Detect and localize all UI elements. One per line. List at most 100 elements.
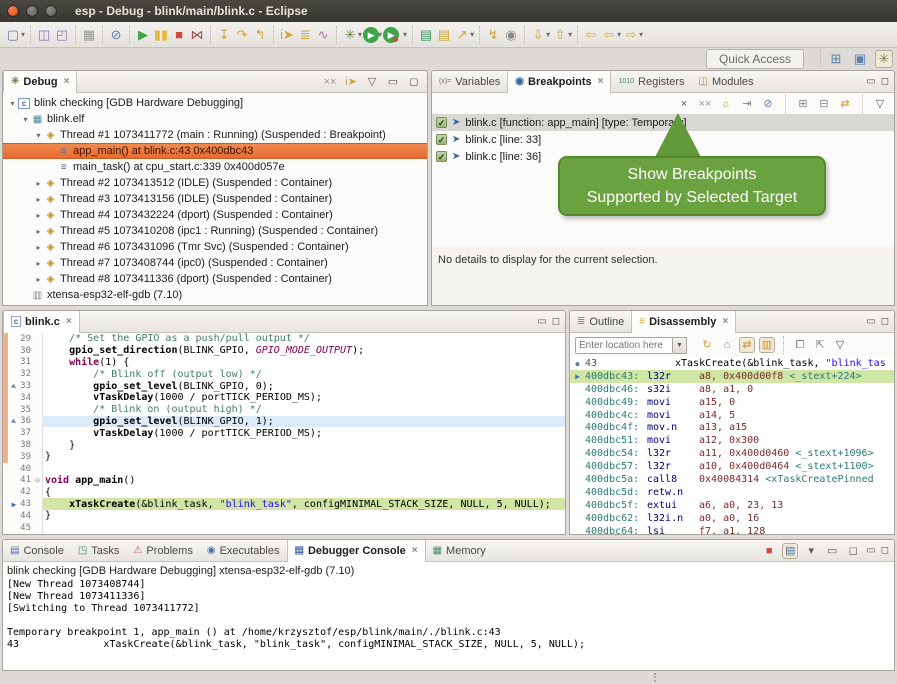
step-return-icon[interactable]: ↰	[251, 26, 269, 44]
editor-gutter[interactable]: 45	[3, 522, 43, 534]
resume-icon[interactable]: ▶	[134, 26, 152, 44]
last-edit-icon[interactable]: ⇦	[582, 26, 600, 44]
pin-up-icon-dropdown[interactable]: ▾	[568, 30, 572, 39]
console-output[interactable]: [New Thread 1073408744] [New Thread 1073…	[3, 579, 894, 651]
debug-tree-item[interactable]: ▸◈Thread #3 1073413156 (IDLE) (Suspended…	[3, 191, 427, 207]
disassembly-row[interactable]: 400dbc62:l32i.na0, a0, 16	[570, 512, 894, 525]
save-all-icon[interactable]: ◰	[53, 26, 71, 44]
maximize-icon[interactable]: ◻	[406, 74, 422, 90]
editor-gutter[interactable]: 39	[3, 451, 43, 463]
maximize-icon[interactable]: ◻	[881, 545, 889, 556]
build-icon[interactable]: ▦	[80, 26, 98, 44]
step-into-icon[interactable]: ↧	[215, 26, 233, 44]
forward-icon[interactable]: ⇨	[622, 26, 640, 44]
minimize-icon[interactable]: ▭	[866, 316, 875, 327]
code-editor[interactable]: 29 /* Set the GPIO as a push/pull output…	[3, 333, 565, 534]
tab-variables[interactable]: (x)=Variables	[432, 71, 507, 93]
resize-grip[interactable]	[654, 673, 657, 682]
location-input[interactable]	[575, 337, 673, 354]
minimize-icon[interactable]: ▭	[537, 316, 546, 327]
code-line[interactable]: 32 /* Blink off (output low) */	[3, 368, 565, 380]
breakpoint-checkbox[interactable]: ✓	[436, 117, 447, 128]
tree-expander-icon[interactable]: ▸	[33, 211, 44, 220]
run-icon-dropdown[interactable]: ▾	[378, 30, 382, 39]
tab-debugger-console[interactable]: ▤Debugger Console×	[287, 540, 426, 562]
instruction-stepping-icon[interactable]: i➤	[278, 26, 296, 44]
disassembly-row[interactable]: 400dbc49:movia15, 0	[570, 396, 894, 409]
code-line[interactable]: ▶43 xTaskCreate(&blink_task, "blink_task…	[3, 498, 565, 510]
breakpoint-checkbox[interactable]: ✓	[436, 134, 447, 145]
goto-file-icon[interactable]: ⇥	[739, 96, 755, 112]
maximize-icon[interactable]: ◻	[845, 543, 861, 559]
debug-tree-item[interactable]: ▸◈Thread #7 1073408744 (ipc0) (Suspended…	[3, 255, 427, 271]
code-line[interactable]: 29 /* Set the GPIO as a push/pull output…	[3, 333, 565, 345]
debug-tree-item[interactable]: ▸◈Thread #4 1073432224 (dport) (Suspende…	[3, 207, 427, 223]
disassembly-row[interactable]: 400dbc51:movia12, 0x300	[570, 434, 894, 447]
editor-gutter[interactable]: 44	[3, 510, 43, 522]
launch-config-icon-dropdown[interactable]: ▾	[470, 30, 474, 39]
link-context-icon[interactable]: ⇄	[739, 337, 755, 353]
editor-gutter[interactable]: 35	[3, 404, 43, 416]
code-line[interactable]: 34 vTaskDelay(1000 / portTICK_PERIOD_MS)…	[3, 392, 565, 404]
copy-icon[interactable]: ⧠	[792, 337, 808, 353]
disassembly-row[interactable]: 400dbc4f:mov.na13, a15	[570, 421, 894, 434]
refresh-icon[interactable]: ↻	[699, 337, 715, 353]
pin-up-icon[interactable]: ⇧	[551, 26, 569, 44]
debug-icon[interactable]: ✳	[341, 26, 359, 44]
disassembly-row[interactable]: 400dbc64:lsif7, a1, 128	[570, 525, 894, 534]
code-line[interactable]: 45	[3, 522, 565, 534]
close-tab-icon[interactable]: ×	[66, 316, 72, 327]
editor-gutter[interactable]: 38	[3, 439, 43, 451]
close-window-icon[interactable]	[7, 5, 19, 17]
disconnect-icon[interactable]: ⋈	[188, 26, 206, 44]
fold-marker-icon[interactable]: ⊖	[33, 476, 42, 485]
trace-lines-icon[interactable]: ≣	[296, 26, 314, 44]
maximize-window-icon[interactable]	[45, 5, 57, 17]
new-wizard-icon[interactable]: ▢	[4, 26, 22, 44]
debug-tree-item[interactable]: ▸◈Thread #8 1073411336 (dport) (Suspende…	[3, 271, 427, 287]
show-supported-breakpoints-icon[interactable]: ☼	[718, 96, 734, 112]
suspend-icon[interactable]: ▮▮	[152, 26, 170, 44]
open-perspective-icon[interactable]: ⊞	[827, 50, 845, 68]
disassembly-row[interactable]: ●43xTaskCreate(&blink_task, "blink_tas	[570, 357, 894, 370]
back-icon[interactable]: ⇦	[600, 26, 618, 44]
maximize-icon[interactable]: ◻	[881, 316, 889, 327]
minimize-window-icon[interactable]	[26, 5, 38, 17]
debug-tree-item[interactable]: ≡app_main() at blink.c:43 0x400dbc43	[3, 143, 427, 159]
debug-tree-item[interactable]: ▸◈Thread #2 1073413512 (IDLE) (Suspended…	[3, 175, 427, 191]
open-resource-icon[interactable]: ▤	[435, 26, 453, 44]
peripherals-icon[interactable]: ∿	[314, 26, 332, 44]
breakpoint-marker-icon[interactable]: ▶	[8, 382, 20, 391]
export-icon[interactable]: ⇱	[812, 337, 828, 353]
tab-disassembly[interactable]: ≡Disassembly×	[631, 311, 736, 333]
view-menu-icon[interactable]: ▽	[832, 337, 848, 353]
code-line[interactable]: 35 /* Blink on (output high) */	[3, 404, 565, 416]
show-source-icon[interactable]: ▥	[759, 337, 775, 353]
debug-tree-item[interactable]: ▾◈Thread #1 1073411772 (main : Running) …	[3, 127, 427, 143]
tab-registers[interactable]: 1010Registers	[611, 71, 691, 93]
quick-access-button[interactable]: Quick Access	[706, 49, 804, 69]
disassembly-row[interactable]: 400dbc46:s32ia8, a1, 0	[570, 383, 894, 396]
flash-icon[interactable]: ↯	[484, 26, 502, 44]
minimize-icon[interactable]: ▭	[866, 545, 875, 556]
maximize-icon[interactable]: ◻	[552, 316, 560, 327]
editor-gutter[interactable]: 40	[3, 463, 43, 475]
step-over-icon[interactable]: ↷	[233, 26, 251, 44]
link-with-debug-icon[interactable]: ⇄	[837, 96, 853, 112]
disassembly-row[interactable]: 400dbc5a:call80x40084314 <xTaskCreatePin…	[570, 473, 894, 486]
terminate-icon[interactable]: ■	[170, 26, 188, 44]
disassembly-row[interactable]: 400dbc5f:extuia6, a0, 23, 13	[570, 499, 894, 512]
console-dropdown-icon[interactable]: ▾	[803, 543, 819, 559]
editor-gutter[interactable]: 41⊖	[3, 475, 43, 487]
back-icon-dropdown[interactable]: ▾	[617, 30, 621, 39]
disassembly-row[interactable]: 400dbc5d:retw.n	[570, 486, 894, 499]
tab-tasks[interactable]: ◳Tasks	[71, 540, 127, 562]
minimize-icon[interactable]: ▭	[385, 74, 401, 90]
forward-icon-dropdown[interactable]: ▾	[639, 30, 643, 39]
new-wizard-icon-dropdown[interactable]: ▾	[21, 30, 25, 39]
pin-down-icon[interactable]: ⇩	[529, 26, 547, 44]
code-line[interactable]: 40	[3, 463, 565, 475]
tree-expander-icon[interactable]: ▾	[33, 131, 44, 140]
editor-gutter[interactable]: 30	[3, 345, 43, 357]
code-line[interactable]: 39}	[3, 451, 565, 463]
